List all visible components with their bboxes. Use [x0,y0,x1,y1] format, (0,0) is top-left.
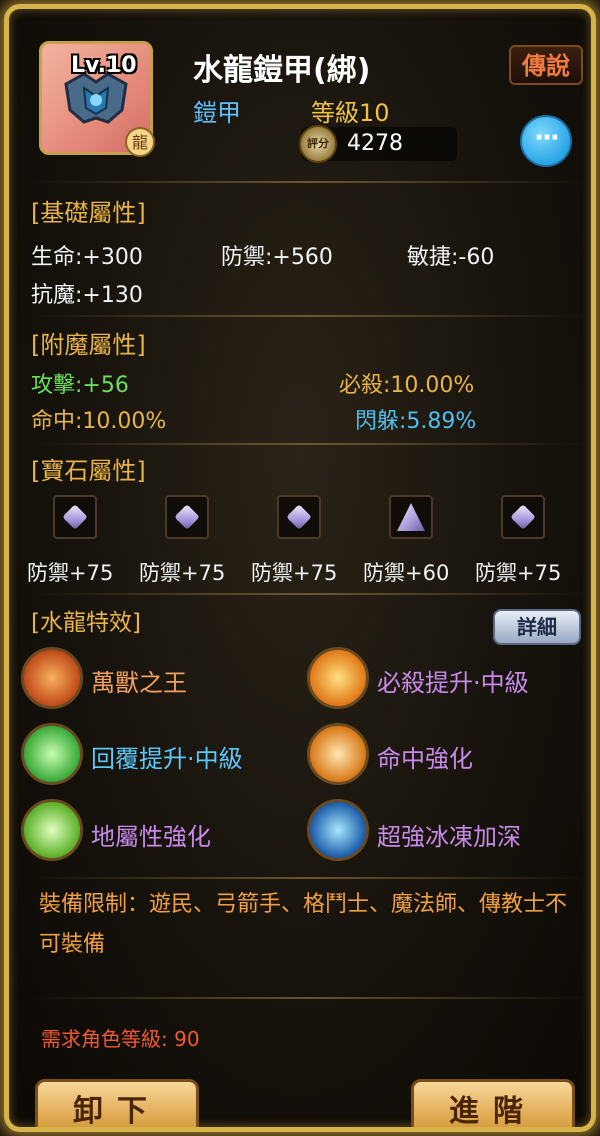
level-badge: Lv.10 [71,53,137,78]
advance-button[interactable]: 進階 [411,1079,575,1127]
gem-label: 防禦+75 [27,561,114,585]
gem-slot[interactable] [165,495,209,539]
stat-attack: 攻擊:+56 [31,373,129,398]
score-value: 4278 [347,131,403,156]
freeze-icon[interactable] [307,799,369,861]
stat-hit: 命中:10.00% [31,409,167,434]
enchant-attributes-title: [附魔屬性] [31,331,146,359]
item-level: 等級10 [311,99,390,127]
item-type: 鎧甲 [193,99,241,127]
gem-label: 防禦+60 [363,561,450,585]
gem-slot[interactable] [277,495,321,539]
level-requirement: 需求角色等級: 90 [41,1027,200,1051]
beast-claw-icon[interactable] [21,647,83,709]
skill-name: 命中強化 [377,745,473,773]
skill-name: 萬獸之王 [91,669,187,697]
stat-critical: 必殺:10.00% [339,373,475,398]
gem-label: 防禦+75 [139,561,226,585]
accuracy-icon[interactable] [307,723,369,785]
gem-icon [62,504,88,530]
special-effects-title: [水龍特效] [31,610,141,636]
equip-restriction: 裝備限制：遊民、弓箭手、格鬥士、魔法師、傳教士不可裝備 [39,892,568,957]
skill-name: 必殺提升·中級 [377,669,529,697]
gem-attributes-title: [寶石屬性] [31,457,146,485]
unequip-button[interactable]: 卸下 [35,1079,199,1127]
stat-hp: 生命:+300 [31,245,143,270]
item-detail-panel: Lv.10 龍 水龍鎧甲(綁) 傳說 鎧甲 等級10 評分 4278 ··· [… [4,4,596,1132]
divider [31,997,587,999]
gem-label: 防禦+75 [251,561,338,585]
skill-name: 地屬性強化 [91,823,211,851]
divider [31,877,587,879]
stat-defense: 防禦:+560 [221,245,333,270]
grade-tag: 傳說 [509,45,583,85]
divider [31,315,587,317]
skill-name: 超強冰凍加深 [377,823,521,851]
gem-icon [286,504,312,530]
gem-slot[interactable] [389,495,433,539]
stat-magic-resist: 抗魔:+130 [31,283,143,308]
heal-up-icon[interactable] [21,723,83,785]
gem-label: 防禦+75 [475,561,562,585]
divider [31,181,587,183]
earth-element-icon[interactable] [21,799,83,861]
stat-dodge: 閃躲:5.89% [355,409,477,434]
critical-up-icon[interactable] [307,647,369,709]
gem-slot[interactable] [501,495,545,539]
gem-icon [510,504,536,530]
item-name: 水龍鎧甲(綁) [193,53,371,88]
score-icon: 評分 [299,125,337,163]
divider [31,443,587,445]
gem-icon [174,504,200,530]
dragon-badge: 龍 [125,127,155,157]
gem-slot[interactable] [53,495,97,539]
gem-icon [397,503,425,531]
stat-agility: 敏捷:-60 [407,245,495,270]
detail-button[interactable]: 詳細 [493,609,581,645]
base-attributes-title: [基礎屬性] [31,199,146,227]
skill-name: 回覆提升·中級 [91,745,243,773]
more-button[interactable]: ··· [520,115,572,167]
divider [31,593,587,595]
